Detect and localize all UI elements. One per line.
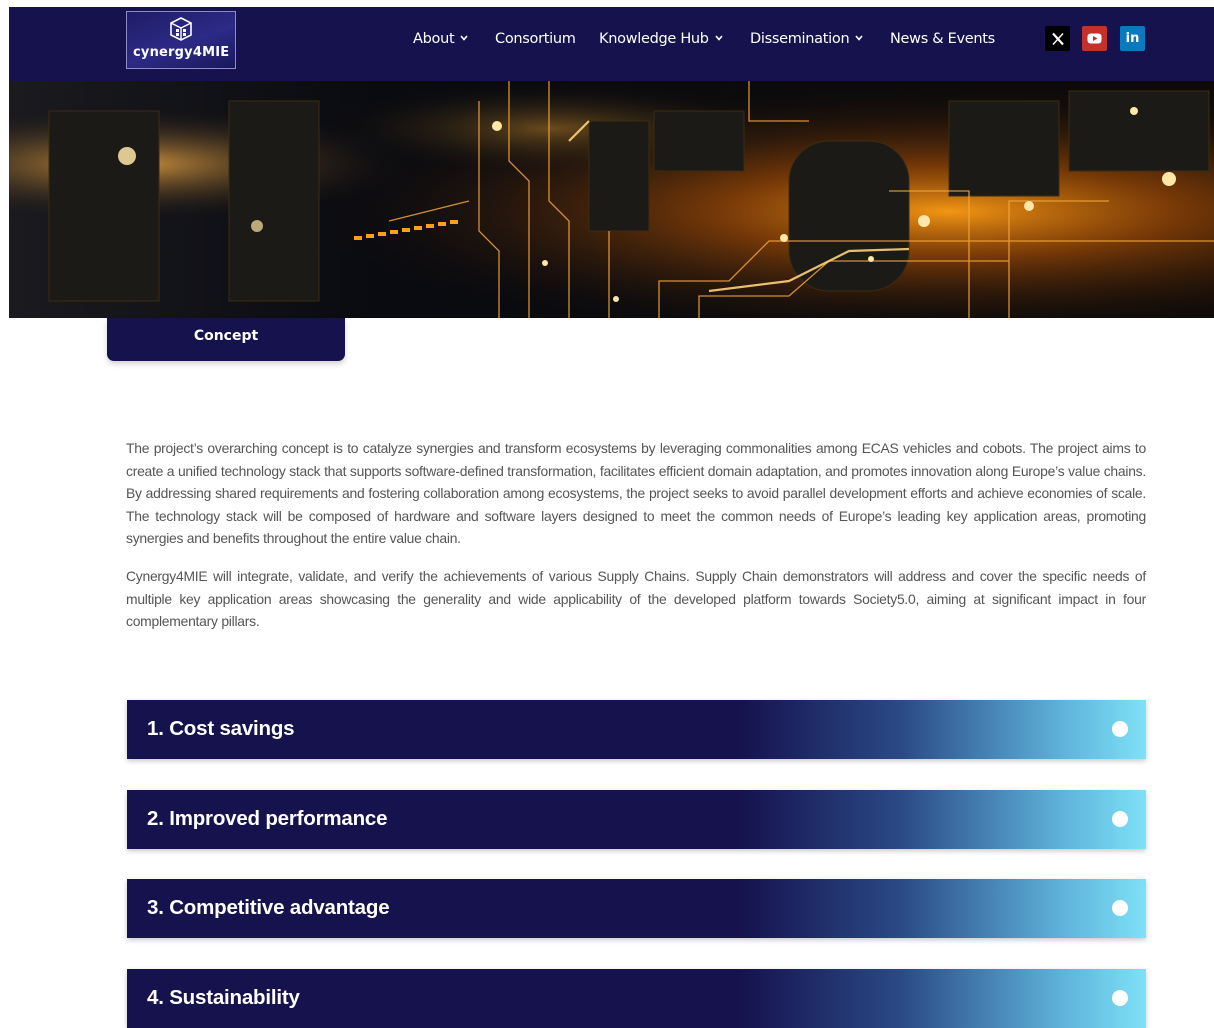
nav-dissemination-label: Dissemination	[750, 31, 850, 47]
concept-paragraph-1: The project’s overarching concept is to …	[126, 440, 1146, 547]
x-icon	[1051, 32, 1064, 45]
expand-dot-icon	[1112, 811, 1128, 827]
nav-news-events-label: News & Events	[890, 31, 995, 47]
nav-dissemination[interactable]: Dissemination	[750, 31, 863, 47]
concept-paragraph-2: Cynergy4MIE will integrate, validate, an…	[126, 568, 1146, 630]
chevron-down-icon	[855, 35, 863, 41]
accordion-item-sustainability[interactable]: 4. Sustainability	[127, 969, 1146, 1028]
expand-dot-icon	[1112, 900, 1128, 916]
youtube-icon	[1087, 33, 1102, 44]
nav-news-events[interactable]: News & Events	[890, 31, 995, 47]
accordion-title: 3. Competitive advantage	[147, 896, 390, 919]
nav-knowledge-hub-label: Knowledge Hub	[599, 31, 709, 47]
nav-consortium[interactable]: Consortium	[495, 31, 576, 47]
nav-about[interactable]: About	[413, 31, 468, 47]
linkedin-social-link[interactable]: in	[1120, 26, 1145, 51]
expand-dot-icon	[1112, 990, 1128, 1006]
accordion-title: 4. Sustainability	[147, 986, 300, 1009]
linkedin-icon: in	[1125, 31, 1140, 46]
logo-text: cynergy4MIE	[133, 45, 230, 60]
nav-knowledge-hub[interactable]: Knowledge Hub	[599, 31, 723, 47]
cube-logo-icon	[170, 17, 192, 41]
expand-dot-icon	[1112, 721, 1128, 737]
accordion-item-competitive-advantage[interactable]: 3. Competitive advantage	[127, 879, 1146, 938]
x-social-link[interactable]	[1045, 26, 1070, 51]
accordion-title: 2. Improved performance	[147, 807, 388, 830]
nav-about-label: About	[413, 31, 455, 47]
nav-consortium-label: Consortium	[495, 31, 576, 47]
chevron-down-icon	[715, 35, 723, 41]
concept-tab[interactable]: Concept	[107, 318, 345, 361]
site-logo[interactable]: cynergy4MIE	[126, 11, 236, 69]
site-header: cynergy4MIE About Consortium Knowledge H…	[9, 7, 1214, 81]
chevron-down-icon	[460, 35, 468, 41]
youtube-social-link[interactable]	[1082, 26, 1107, 51]
hero-banner-image	[9, 81, 1214, 318]
accordion-item-improved-performance[interactable]: 2. Improved performance	[127, 790, 1146, 849]
accordion-title: 1. Cost savings	[147, 717, 295, 740]
accordion-item-cost-savings[interactable]: 1. Cost savings	[127, 700, 1146, 759]
